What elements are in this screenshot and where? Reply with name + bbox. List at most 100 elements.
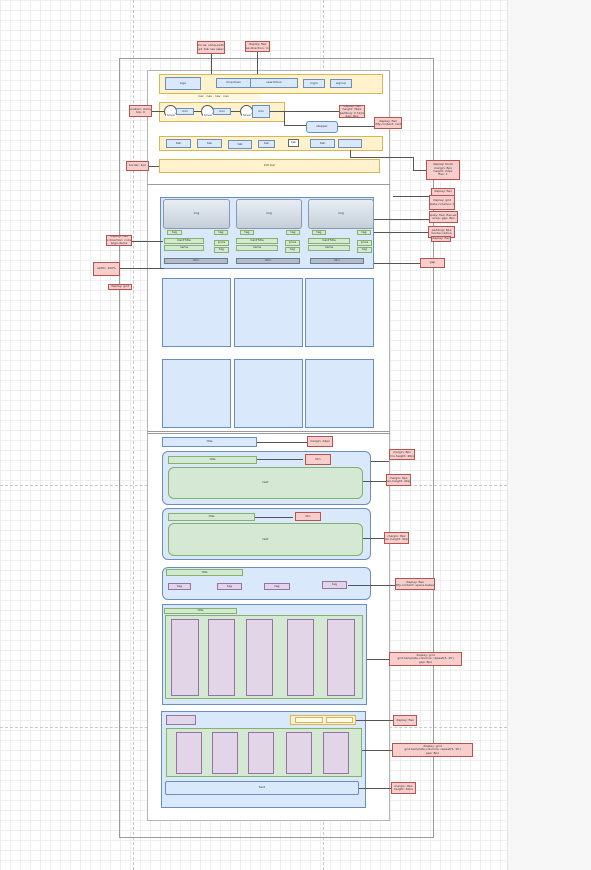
grid-cell[interactable] (305, 359, 374, 428)
tab-item[interactable]: tab (310, 139, 335, 148)
filter-chip[interactable]: tag (264, 583, 290, 590)
annotation-note[interactable]: margin: 8px min-height: 40px (386, 474, 411, 486)
tab-item[interactable]: tab (166, 139, 191, 148)
connector-line (362, 750, 392, 751)
connector-line (350, 157, 413, 158)
grid-item[interactable] (246, 619, 273, 696)
connector-line (348, 585, 395, 586)
filter-chip[interactable]: tag (168, 583, 191, 590)
card-button[interactable]: btn (164, 258, 228, 264)
filter-chip[interactable]: tag (322, 581, 347, 589)
filter-heading: title (166, 569, 243, 576)
tab-item[interactable] (338, 139, 362, 148)
format-panel[interactable] (507, 0, 591, 870)
grid-heading: title (164, 608, 237, 614)
card-pill: name (308, 245, 350, 251)
step-label: icon (176, 108, 194, 115)
divider (147, 431, 390, 434)
card-pill: price (285, 240, 300, 246)
step-tag: hover (203, 114, 213, 118)
header-pill[interactable]: login (303, 79, 325, 88)
grid-cell[interactable] (305, 278, 374, 347)
annotation-note[interactable]: display: flex justify-content: center (374, 117, 402, 129)
header-pill[interactable]: logo (165, 77, 201, 90)
grid-item[interactable] (327, 619, 355, 696)
annotation-note[interactable]: display: grid grid-template-columns: rep… (392, 743, 473, 757)
connector-line (350, 150, 351, 157)
annotation-note[interactable]: display: flex justify-content: space-bet… (395, 578, 435, 590)
filter-chip[interactable]: tag (217, 583, 242, 590)
grid-item[interactable] (323, 732, 349, 774)
header-pill[interactable]: dropdown (216, 78, 251, 88)
step-tag: hover (242, 114, 252, 118)
connector-line (152, 111, 164, 112)
card-pill: name (236, 245, 278, 251)
header-pill[interactable]: searchbox (250, 78, 298, 88)
grid-cell[interactable] (234, 278, 303, 347)
grid-item[interactable] (248, 732, 274, 774)
connector-line (356, 720, 393, 721)
annotation-note[interactable]: border: 1px (126, 161, 149, 171)
stepper-box[interactable]: stepper (306, 121, 338, 133)
grid-item[interactable] (176, 732, 202, 774)
card-pill: price (214, 240, 229, 246)
connector-line (359, 788, 391, 789)
grid-cell[interactable] (162, 278, 231, 347)
grid-item[interactable] (287, 619, 314, 696)
connector-line (194, 111, 201, 112)
annotation-note[interactable]: position: sticky top: 0 (129, 105, 152, 117)
footer-bar[interactable]: text (165, 781, 359, 795)
grid-cell[interactable] (234, 359, 303, 428)
annotation-note[interactable]: display: grid (108, 284, 132, 290)
connector-line (284, 125, 306, 126)
grid-item[interactable] (208, 619, 235, 696)
panel-body: text (168, 523, 363, 556)
tab-item[interactable]: tab (288, 139, 299, 147)
tab-item[interactable]: tab (258, 140, 275, 148)
card-tag: tag (214, 230, 228, 235)
grid-item[interactable] (212, 732, 238, 774)
annotation-note[interactable]: display: flex (393, 715, 417, 726)
card-pill: tag (214, 247, 229, 253)
annotation-note[interactable]: display: flex (431, 236, 451, 242)
annotation-note[interactable]: display: grid grid-template-columns: rep… (389, 652, 462, 666)
annotation-note[interactable]: gap (420, 258, 445, 268)
annotation-note[interactable]: focus: show-path opt. tab nav select (197, 41, 225, 54)
annotation-note[interactable]: margin: 8px min-height: 40px (384, 532, 409, 544)
tab-item[interactable]: tab (197, 139, 222, 148)
annotation-note[interactable]: display: flex flex-direction: column ali… (106, 235, 132, 246)
card-image[interactable]: img (236, 199, 302, 229)
card-button[interactable]: btn (310, 258, 364, 264)
connector-line (413, 157, 414, 170)
grid-cell[interactable] (162, 359, 231, 428)
card-button[interactable]: btn (236, 258, 300, 264)
annotation-note[interactable]: display: flex; flex-wrap wrap; gap: 8px (429, 211, 458, 223)
grid-item[interactable] (171, 619, 199, 696)
grid-item[interactable] (286, 732, 312, 774)
connector-line (367, 659, 389, 660)
card-title: CardTitle (308, 238, 350, 244)
toolbar-item[interactable] (295, 717, 323, 723)
panel-heading: title (168, 456, 257, 464)
card-image[interactable]: img (163, 199, 230, 229)
annotation-note[interactable]: display: flex height: 36px padding: 0 12… (339, 105, 365, 118)
annotation-note[interactable]: display: block margin: 8px height: 24px … (426, 160, 460, 180)
diagram-canvas[interactable]: logo dropdown searchbox login signup nav… (0, 0, 507, 870)
card-pill: name (164, 245, 204, 251)
toolbar-item[interactable] (326, 717, 353, 723)
annotation-note[interactable]: margin: 8px height: 40px (391, 782, 416, 794)
annotation-note[interactable]: width: 100% (93, 262, 120, 276)
card-image[interactable]: img (308, 199, 374, 229)
annotation-note[interactable]: display: grid grid-template-columns: 1fr… (429, 195, 455, 210)
annotation-note[interactable]: display: flex flex-direction: row (245, 41, 270, 52)
panel-body: text (168, 467, 363, 499)
tab-item[interactable]: tab (228, 140, 252, 149)
annotation-note[interactable]: margin: 8px min-height: 40px (389, 449, 415, 460)
nav-caption: nav · nav · nav · nav (166, 94, 261, 100)
grid-thumb[interactable] (166, 715, 196, 725)
section-heading: title (162, 437, 257, 447)
card-pill: tag (285, 247, 300, 253)
panel-badge: btn (295, 512, 321, 521)
annotation-note[interactable]: margin: 24px (307, 436, 333, 447)
header-pill[interactable]: signup (330, 79, 352, 88)
